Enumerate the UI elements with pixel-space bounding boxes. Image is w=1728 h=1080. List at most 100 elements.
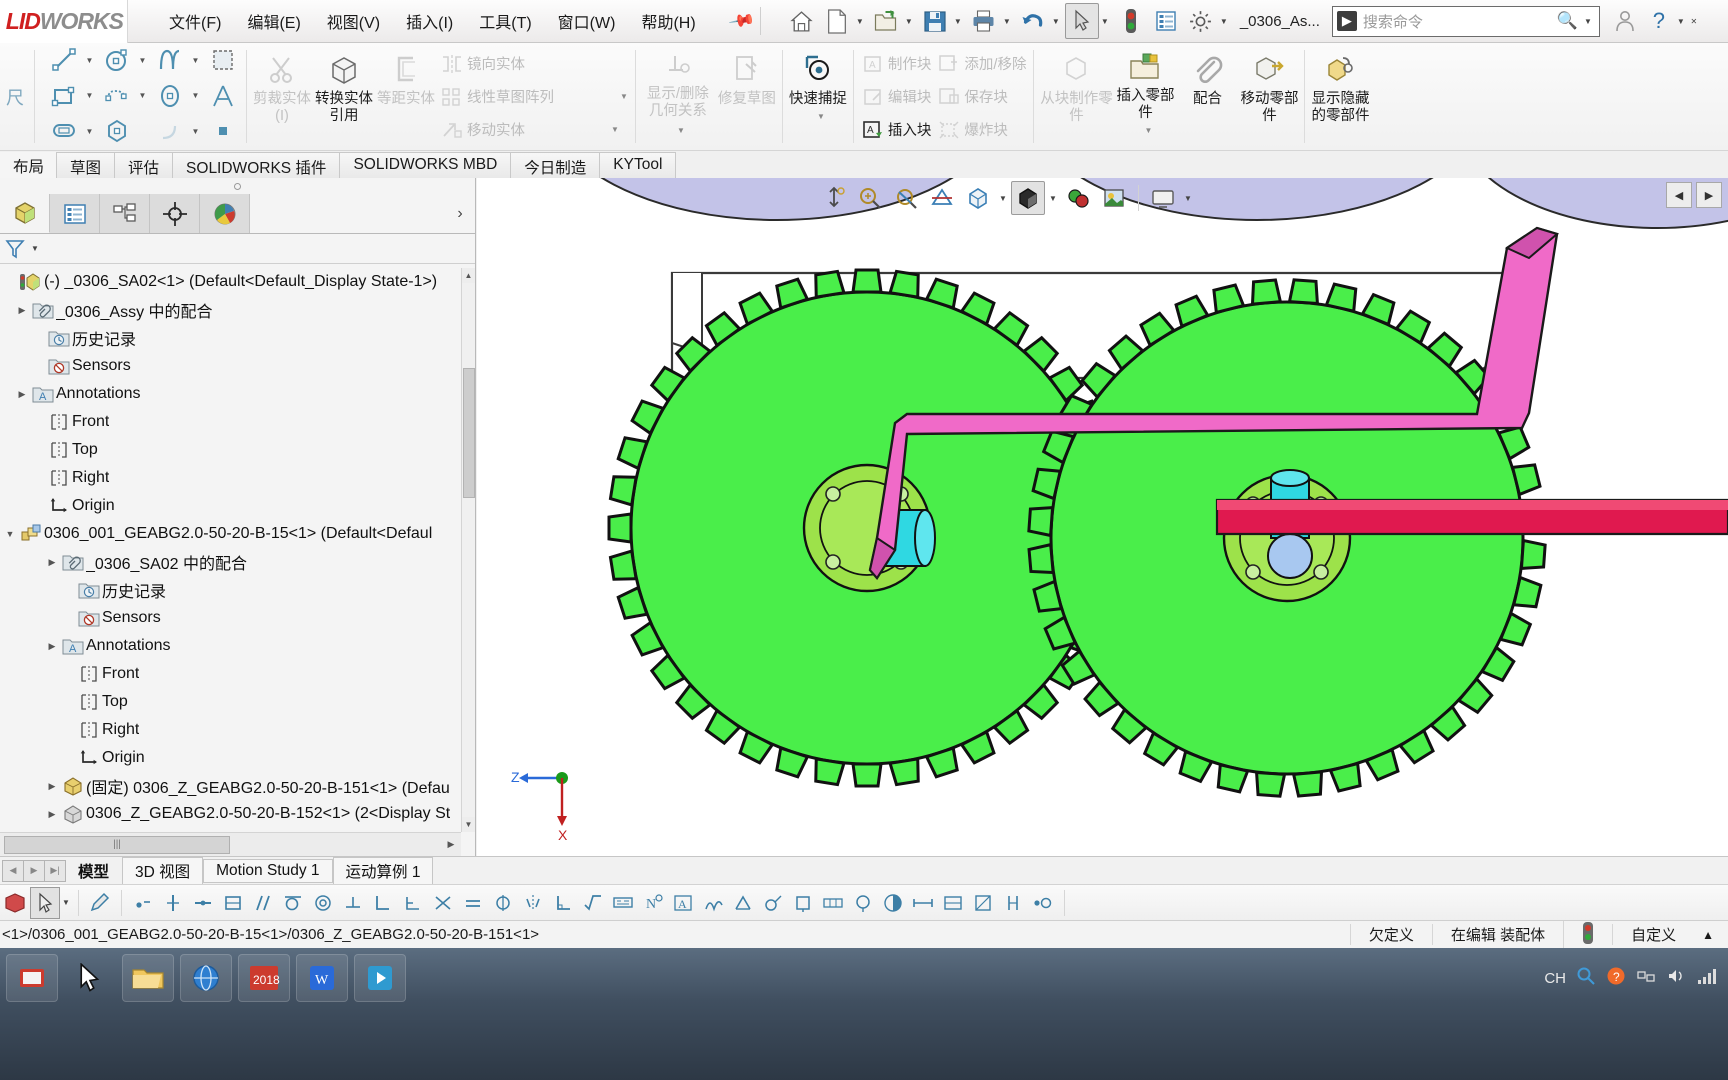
pin-icon[interactable]: 📌	[727, 7, 755, 36]
sqrt-relation-icon[interactable]	[578, 887, 608, 919]
repair-sketch-button[interactable]: 修复草图	[716, 43, 778, 139]
undo-icon[interactable]	[1016, 3, 1050, 39]
tree-sub-plane-top[interactable]: Top	[0, 688, 461, 716]
new-document-icon[interactable]	[820, 3, 854, 39]
scrollbar-thumb[interactable]	[463, 368, 475, 498]
vertical-relation-icon[interactable]	[158, 887, 188, 919]
sketch-fillet-tool[interactable]	[204, 43, 242, 77]
select-caret-icon[interactable]: ▼	[1100, 3, 1113, 39]
fix-relation-icon[interactable]	[488, 887, 518, 919]
edit-block-button[interactable]: 编辑块	[858, 80, 935, 113]
open-folder-icon[interactable]	[869, 3, 903, 39]
tree-sub-plane-front[interactable]: Front	[0, 660, 461, 688]
search-caret-icon[interactable]: ▼	[1584, 17, 1592, 26]
tree-expander[interactable]: ▶	[44, 781, 60, 792]
tab-manufacturing-today[interactable]: 今日制造	[510, 152, 601, 178]
tree-mates-folder[interactable]: ▶ _0306_Assy 中的配合	[0, 296, 461, 324]
configuration-manager-tab[interactable]	[100, 194, 150, 233]
tab-nav-first-icon[interactable]: ◀	[2, 859, 24, 882]
tab-layout[interactable]: 布局	[0, 152, 58, 178]
insert-components-button[interactable]: 插入零部件 ▼	[1114, 43, 1176, 139]
measure-icon[interactable]	[908, 887, 938, 919]
property-manager-tab[interactable]	[50, 194, 100, 233]
settings-gear-icon[interactable]	[1184, 3, 1218, 39]
taskbar-start-icon[interactable]	[6, 954, 58, 1002]
dimension-value-icon[interactable]	[608, 887, 638, 919]
parallel-icon[interactable]	[248, 887, 278, 919]
tree-sensors[interactable]: Sensors	[0, 352, 461, 380]
save-block-button[interactable]: 保存块	[934, 80, 1029, 113]
tangent-icon[interactable]	[278, 887, 308, 919]
view-orientation-caret-icon[interactable]: ▼	[997, 181, 1009, 215]
zoom-to-area-icon[interactable]	[853, 181, 887, 215]
tree-expander[interactable]: ▶	[44, 641, 60, 652]
ellipse-tool[interactable]: ▼	[151, 79, 202, 113]
datum-feature-icon[interactable]	[788, 887, 818, 919]
tab-nav-prev-icon[interactable]: ▶	[23, 859, 45, 882]
relations-caret-icon[interactable]: ▼	[677, 122, 685, 139]
bottom-tab-motion-study-1[interactable]: Motion Study 1	[203, 858, 333, 883]
display-delete-relations-button[interactable]: 显示/删除几何关系 ▼	[640, 43, 716, 139]
graphics-area[interactable]: Z X ▼ ▼ ▼ ◀ ▶	[477, 178, 1728, 856]
insert-components-caret-icon[interactable]: ▼	[1144, 122, 1152, 139]
status-customize[interactable]: 自定义	[1612, 924, 1694, 945]
save-icon[interactable]	[918, 3, 952, 39]
point-relation-icon[interactable]	[128, 887, 158, 919]
tree-expander[interactable]: ▼	[2, 529, 18, 539]
bottom-tab-model[interactable]: 模型	[65, 857, 122, 885]
tray-volume-icon[interactable]	[1666, 966, 1686, 990]
nav-previous-icon[interactable]: ◀	[1666, 182, 1692, 208]
view-settings-caret-icon[interactable]: ▼	[1182, 181, 1194, 215]
view-orientation-icon[interactable]	[961, 181, 995, 215]
tree-history[interactable]: 历史记录	[0, 324, 461, 352]
taskbar-media-icon[interactable]	[354, 954, 406, 1002]
tray-network-icon[interactable]	[1636, 966, 1656, 990]
tab-sketch[interactable]: 草图	[56, 152, 116, 178]
status-expand-caret-icon[interactable]: ▲	[1694, 928, 1728, 942]
move-entities-caret-icon[interactable]: ▼	[611, 125, 619, 134]
filter-icon[interactable]: ▼	[3, 238, 42, 260]
tree-origin[interactable]: Origin	[0, 492, 461, 520]
tree-sub-mates-folder[interactable]: ▶ _0306_SA02 中的配合	[0, 548, 461, 576]
menu-edit[interactable]: 编辑(E)	[234, 5, 313, 37]
smart-dimension-icon[interactable]: 尺	[0, 43, 30, 150]
taskbar-explorer-icon[interactable]	[122, 954, 174, 1002]
annotation-text-icon[interactable]: A	[668, 887, 698, 919]
quick-snaps-caret-icon[interactable]: ▼	[817, 108, 825, 125]
home-icon[interactable]	[785, 3, 819, 39]
options-list-icon[interactable]	[1149, 3, 1183, 39]
save-caret-icon[interactable]: ▼	[953, 3, 966, 39]
taskbar-wps-icon[interactable]: W	[296, 954, 348, 1002]
symmetric-icon[interactable]	[518, 887, 548, 919]
scroll-up-icon[interactable]: ▲	[462, 268, 475, 283]
tree-sub-sensors[interactable]: Sensors	[0, 604, 461, 632]
display-state-icon[interactable]	[878, 887, 908, 919]
tray-ime-indicator[interactable]: CH	[1544, 970, 1566, 987]
menu-tools[interactable]: 工具(T)	[466, 5, 544, 37]
nav-next-icon[interactable]: ▶	[1696, 182, 1722, 208]
panel-drag-handle[interactable]	[0, 178, 475, 194]
mass-properties-icon[interactable]	[938, 887, 968, 919]
surface-finish-icon[interactable]	[698, 887, 728, 919]
add-remove-button[interactable]: 添加/移除	[934, 47, 1029, 80]
window-close-icon[interactable]: ✕	[1689, 3, 1702, 39]
display-style-icon[interactable]	[1011, 181, 1045, 215]
print-caret-icon[interactable]: ▼	[1002, 3, 1015, 39]
tree-root-assembly[interactable]: (-) _0306_SA02<1> (Default<Default_Displ…	[0, 268, 461, 296]
tree-vertical-scrollbar[interactable]: ▲ ▼	[461, 268, 475, 832]
polygon-tool[interactable]	[98, 114, 149, 148]
weld-symbol-icon[interactable]	[728, 887, 758, 919]
tree-sub-origin[interactable]: Origin	[0, 744, 461, 772]
point-tool[interactable]	[204, 114, 242, 148]
feature-manager-tab[interactable]	[0, 194, 50, 233]
open-folder-caret-icon[interactable]: ▼	[904, 3, 917, 39]
tree-expander[interactable]: ▶	[44, 557, 60, 568]
search-commands-box[interactable]: ▶ 搜索命令 🔍 ▼	[1331, 5, 1600, 37]
spline-caret-icon[interactable]: ▼	[189, 56, 202, 65]
tab-solidworks-addins[interactable]: SOLIDWORKS 插件	[172, 152, 341, 178]
line-caret-icon[interactable]: ▼	[83, 56, 96, 65]
scroll-down-icon[interactable]: ▼	[462, 817, 475, 832]
view-settings-icon[interactable]	[1146, 181, 1180, 215]
tree-part-151[interactable]: ▶ (固定) 0306_Z_GEABG2.0-50-20-B-151<1> (D…	[0, 772, 461, 800]
solidworks-logo-small-icon[interactable]	[0, 887, 30, 919]
